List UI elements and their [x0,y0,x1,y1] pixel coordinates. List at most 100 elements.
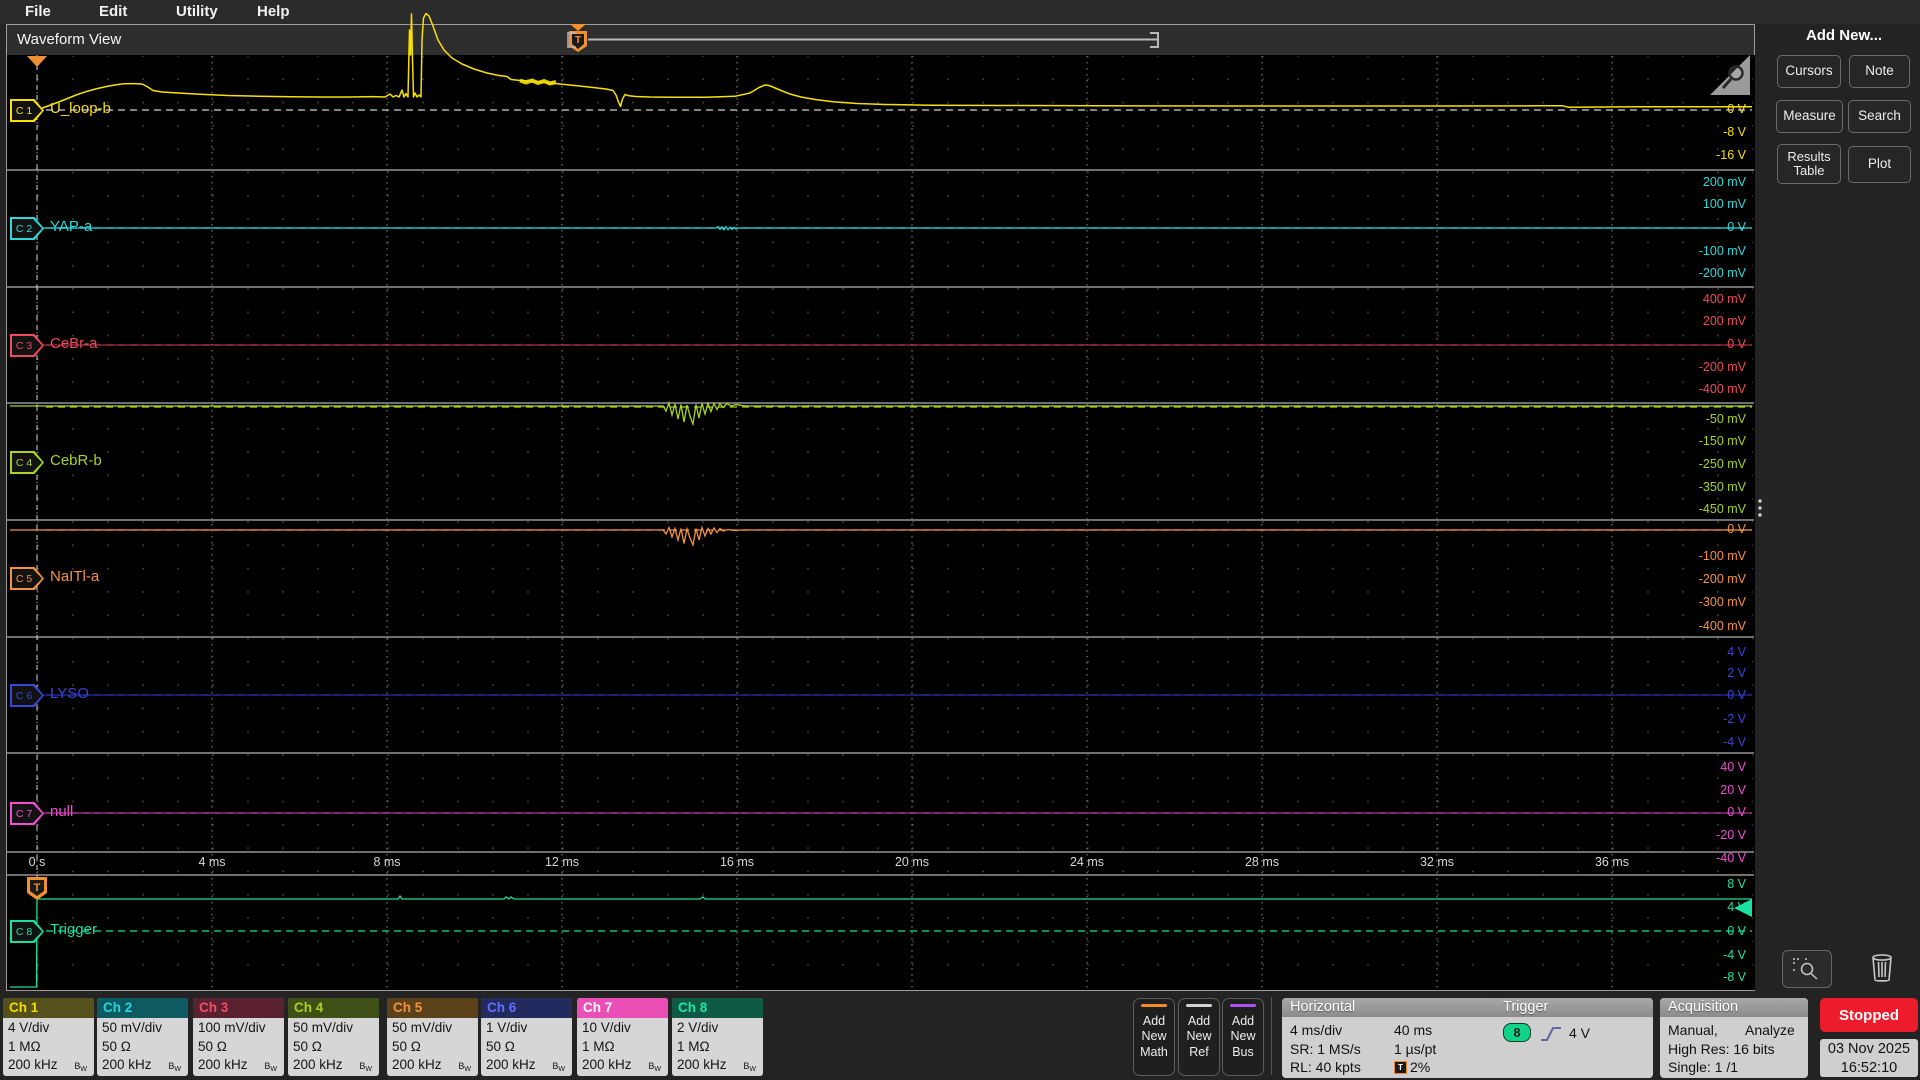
menu-utility[interactable]: Utility [176,3,218,20]
splitter-handle[interactable] [1758,499,1762,517]
c5-scale-2: -200 mV [1698,572,1746,586]
c4-scale-0: -50 mV [1705,412,1746,426]
c2-scale-1: 100 mV [1702,197,1746,211]
ch8-settings-badge[interactable]: Ch 8 2 V/div 1 MΩ 200 kHz BW [672,998,763,1076]
time-label-6: 24 ms [1069,855,1105,869]
c7-scale-4: -40 V [1716,851,1746,865]
menu-edit[interactable]: Edit [99,3,127,20]
c8-scale-1: 4 V [1727,900,1746,914]
c1-scale-2: -8 V [1723,125,1746,139]
bw-limit-icon: BW [264,1061,277,1073]
plot-button[interactable]: Plot [1848,146,1911,183]
bw-limit-icon: BW [743,1061,756,1073]
trigger-position-icon: T [1394,1060,1407,1074]
c7-scale-2: 0 V [1727,805,1746,819]
time-label-0: 0 s [28,855,46,869]
ch4-settings-badge[interactable]: Ch 4 50 mV/div 50 Ω 200 kHz BW [288,998,379,1076]
c5-scale-3: -300 mV [1698,595,1746,609]
c7-scale-1: 20 V [1720,783,1746,797]
waveform-frame [6,24,1755,991]
zoom-select-button[interactable] [1782,950,1832,988]
c3-scale-0: 400 mV [1702,292,1746,306]
c6-badge[interactable]: C 6 [10,684,44,707]
time-label-8: 32 ms [1419,855,1455,869]
time-label-5: 20 ms [894,855,930,869]
c4-badge[interactable]: C 4 [10,451,44,474]
c8-scale-2: 0 V [1727,924,1746,938]
c4-label: CebR-b [50,452,102,469]
cursors-button[interactable]: Cursors [1777,55,1841,88]
c3-label: CeBr-a [50,335,98,352]
c8-label: Trigger [50,921,97,938]
search-button[interactable]: Search [1848,100,1911,133]
bottom-bar: Ch 1 4 V/div 1 MΩ 200 kHz BW Ch 2 50 mV/di… [0,991,1920,1080]
bw-limit-icon: BW [552,1061,565,1073]
c2-scale-0: 200 mV [1702,175,1746,189]
acq-res: High Res: 16 bits [1668,1041,1775,1057]
bw-limit-icon: BW [648,1061,661,1073]
tab-waveform-view[interactable]: Waveform View [17,31,121,48]
datetime-display: 03 Nov 2025 16:52:10 [1820,1039,1918,1077]
c5-scale-4: -400 mV [1698,619,1746,633]
menu-bar: File Edit Utility Help [0,0,1920,24]
horizontal-panel[interactable]: Horizontal 4 ms/div 40 ms SR: 1 MS/s 1 µ… [1282,998,1522,1078]
toolbar-separator [1271,997,1272,1075]
c7-scale-0: 40 V [1720,760,1746,774]
trigger-level: 4 V [1569,1025,1591,1041]
c8-badge[interactable]: C 8 [10,920,44,943]
bw-limit-icon: BW [74,1061,87,1073]
zoom-select-icon [1793,958,1818,980]
c2-scale-3: -100 mV [1698,244,1746,258]
c4-scale-2: -250 mV [1698,457,1746,471]
ch3-settings-badge[interactable]: Ch 3 100 mV/div 50 Ω 200 kHz BW [193,998,284,1076]
ch7-settings-badge[interactable]: Ch 7 10 V/div 1 MΩ 200 kHz BW [577,998,668,1076]
c2-badge[interactable]: C 2 [10,217,44,240]
c4-scale-1: -150 mV [1698,434,1746,448]
c6-scale-0: 4 V [1727,645,1746,659]
horizontal-sr: SR: 1 MS/s [1290,1041,1361,1057]
time-text: 16:52:10 [1840,1060,1898,1076]
trash-icon [1872,954,1892,982]
add-new-bus-button[interactable]: Add New Bus [1222,998,1264,1076]
note-button[interactable]: Note [1849,55,1910,88]
c1-badge[interactable]: C 1 [10,99,44,122]
ch1-settings-badge[interactable]: Ch 1 4 V/div 1 MΩ 200 kHz BW [3,998,94,1076]
c2-label: YAP-a [50,218,93,235]
measure-button[interactable]: Measure [1776,100,1843,133]
oscilloscope-app: { "menu": { "items": ["File", "Edit", "U… [0,0,1920,1080]
results-table-button[interactable]: Results Table [1777,144,1841,184]
c6-scale-2: 0 V [1727,688,1746,702]
time-label-9: 36 ms [1594,855,1630,869]
acq-single: Single: 1 /1 [1668,1059,1739,1075]
ch2-settings-badge[interactable]: Ch 2 50 mV/div 50 Ω 200 kHz BW [97,998,188,1076]
time-label-7: 28 ms [1244,855,1280,869]
add-new-ref-button[interactable]: Add New Ref [1178,998,1220,1076]
c1-scale-1: 0 V [1727,102,1746,116]
c2-scale-4: -200 mV [1698,266,1746,280]
menu-help[interactable]: Help [257,3,290,20]
trash-button[interactable] [1862,948,1902,988]
run-stop-status[interactable]: Stopped [1820,998,1918,1032]
c5-badge[interactable]: C 5 [10,567,44,590]
tab-bar: Waveform View [7,25,1754,55]
ch5-settings-badge[interactable]: Ch 5 50 mV/div 50 Ω 200 kHz BW [387,998,478,1076]
horizontal-res: 1 µs/pt [1394,1041,1437,1057]
rising-edge-icon [1541,1027,1561,1041]
horizontal-pos-row: T 2% [1394,1059,1430,1075]
ch6-settings-badge[interactable]: Ch 6 1 V/div 50 Ω 200 kHz BW [481,998,572,1076]
c6-scale-4: -4 V [1723,735,1746,749]
menu-file[interactable]: File [25,3,51,20]
c1-label: U_loop-b [50,100,111,117]
c7-scale-3: -20 V [1716,828,1746,842]
bus-accent [1230,1004,1256,1007]
c7-badge[interactable]: C 7 [10,802,44,825]
c3-badge[interactable]: C 3 [10,334,44,357]
c3-scale-1: 200 mV [1702,314,1746,328]
trigger-panel[interactable]: Trigger 8 4 V [1495,998,1653,1078]
add-new-math-button[interactable]: Add New Math [1133,998,1175,1076]
acquisition-panel[interactable]: Acquisition Manual, Analyze High Res: 16… [1660,998,1808,1078]
c2-scale-2: 0 V [1727,220,1746,234]
add-new-title: Add New... [1805,27,1883,44]
c3-scale-2: 0 V [1727,337,1746,351]
c6-scale-3: -2 V [1723,712,1746,726]
